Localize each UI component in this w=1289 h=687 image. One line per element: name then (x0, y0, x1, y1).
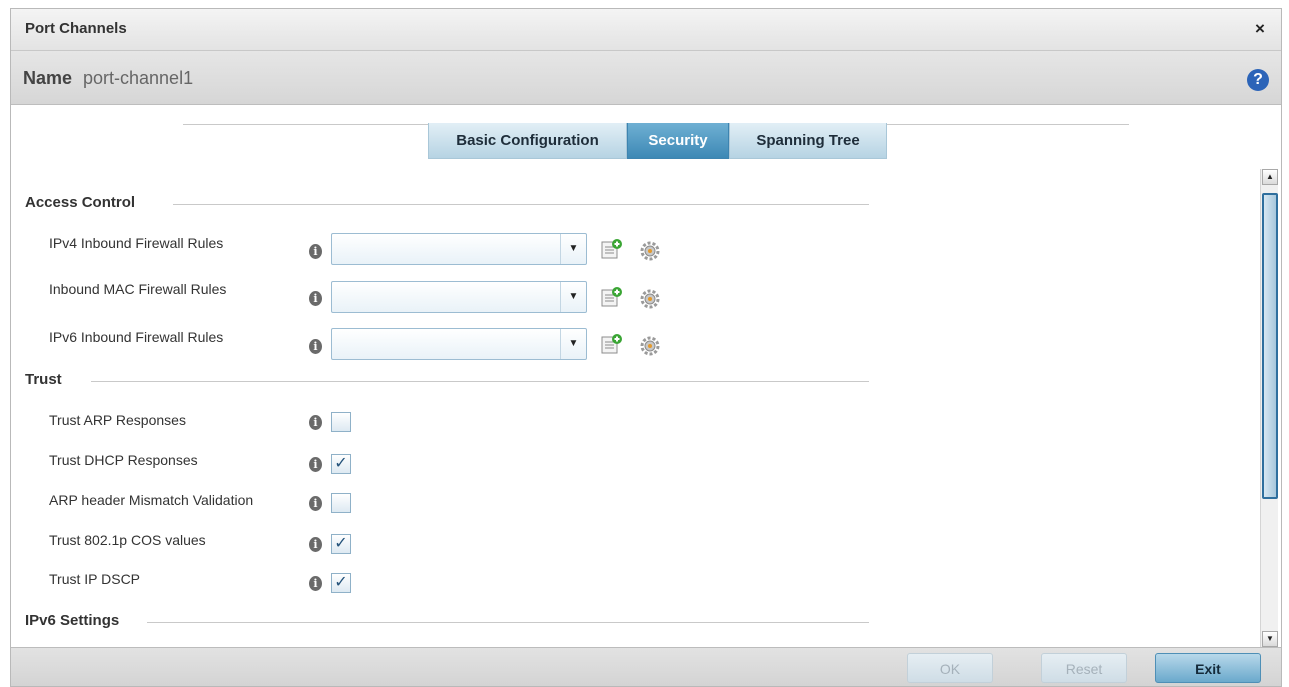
scroll-down-icon[interactable]: ▼ (1262, 631, 1278, 647)
reset-button[interactable]: Reset (1041, 653, 1127, 683)
trust-8021p-cos-checkbox[interactable]: ✓ (331, 534, 351, 554)
name-bar: Name port-channel1 ? (11, 51, 1281, 105)
security-content: Access Control IPv4 Inbound Firewall Rul… (11, 169, 1259, 649)
port-channels-dialog: Port Channels × Name port-channel1 ? Bas… (10, 8, 1282, 687)
inbound-mac-firewall-label: Inbound MAC Firewall Rules (49, 281, 227, 297)
section-title-access-control: Access Control (25, 194, 136, 211)
section-divider (147, 622, 869, 623)
dialog-titlebar: Port Channels × (11, 9, 1281, 51)
name-label: Name (23, 68, 73, 88)
scroll-up-icon[interactable]: ▲ (1262, 169, 1278, 185)
trust-dhcp-responses-label: Trust DHCP Responses (49, 452, 198, 468)
info-icon: i (309, 291, 322, 306)
add-policy-icon[interactable] (601, 286, 623, 308)
dialog-footer: OK Reset Exit (11, 647, 1281, 686)
section-title-trust: Trust (25, 371, 62, 388)
trust-arp-responses-label: Trust ARP Responses (49, 412, 186, 428)
dialog-title: Port Channels (25, 20, 127, 37)
section-title-ipv6-settings: IPv6 Settings (25, 612, 120, 629)
section-divider (173, 204, 869, 205)
trust-arp-responses-checkbox[interactable] (331, 412, 351, 432)
chevron-down-icon[interactable]: ▼ (560, 329, 586, 359)
inbound-mac-firewall-select[interactable]: ▼ (331, 281, 587, 313)
trust-ip-dscp-label: Trust IP DSCP (49, 571, 141, 587)
name-value: port-channel1 (83, 68, 194, 88)
info-icon: i (309, 576, 322, 591)
info-icon: i (309, 457, 322, 472)
gear-icon[interactable] (639, 288, 661, 310)
chevron-down-icon[interactable]: ▼ (560, 282, 586, 312)
info-icon: i (309, 496, 322, 511)
info-icon: i (309, 244, 322, 259)
trust-ip-dscp-checkbox[interactable]: ✓ (331, 573, 351, 593)
trust-8021p-cos-label: Trust 802.1p COS values (49, 532, 206, 548)
vertical-scrollbar[interactable]: ▲ ▼ (1260, 169, 1278, 647)
arp-header-mismatch-checkbox[interactable] (331, 493, 351, 513)
ipv4-inbound-firewall-label: IPv4 Inbound Firewall Rules (49, 235, 224, 251)
tab-basic-configuration[interactable]: Basic Configuration (428, 123, 627, 159)
trust-dhcp-responses-checkbox[interactable]: ✓ (331, 454, 351, 474)
ok-button[interactable]: OK (907, 653, 993, 683)
ipv6-inbound-firewall-label: IPv6 Inbound Firewall Rules (49, 329, 224, 345)
exit-button[interactable]: Exit (1155, 653, 1261, 683)
add-policy-icon[interactable] (601, 333, 623, 355)
arp-header-mismatch-label: ARP header Mismatch Validation (49, 492, 254, 508)
tab-security[interactable]: Security (627, 123, 729, 159)
close-icon[interactable]: × (1249, 18, 1271, 40)
ipv6-inbound-firewall-select[interactable]: ▼ (331, 328, 587, 360)
chevron-down-icon[interactable]: ▼ (560, 234, 586, 264)
gear-icon[interactable] (639, 335, 661, 357)
section-divider (91, 381, 869, 382)
add-policy-icon[interactable] (601, 238, 623, 260)
help-icon[interactable]: ? (1247, 69, 1269, 91)
ipv4-inbound-firewall-select[interactable]: ▼ (331, 233, 587, 265)
tab-spanning-tree[interactable]: Spanning Tree (729, 123, 887, 159)
info-icon: i (309, 537, 322, 552)
info-icon: i (309, 415, 322, 430)
gear-icon[interactable] (639, 240, 661, 262)
scroll-thumb[interactable] (1262, 193, 1278, 499)
info-icon: i (309, 339, 322, 354)
